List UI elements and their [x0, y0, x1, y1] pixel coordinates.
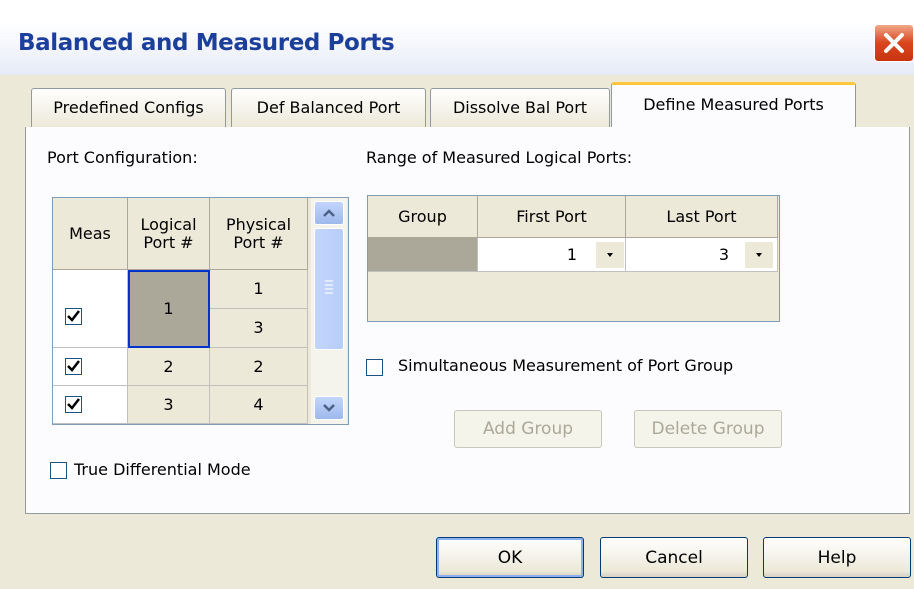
check-icon — [67, 398, 80, 410]
header-first-port: First Port — [478, 196, 626, 238]
simultaneous-checkbox[interactable] — [366, 359, 383, 376]
physical-port-cell[interactable]: 4 — [210, 386, 308, 424]
dropdown-arrow-icon — [607, 253, 613, 257]
meas-checkbox[interactable] — [65, 358, 82, 375]
range-label: Range of Measured Logical Ports: — [366, 148, 633, 167]
header-last-port: Last Port — [626, 196, 778, 238]
group-cell[interactable] — [368, 238, 478, 272]
header-meas: Meas — [53, 198, 128, 270]
cancel-button[interactable]: Cancel — [600, 537, 748, 578]
port-configuration-label: Port Configuration: — [47, 148, 198, 167]
ok-button[interactable]: OK — [436, 537, 584, 578]
scroll-thumb[interactable] — [314, 228, 344, 350]
check-icon — [67, 360, 80, 372]
header-logical-port: Logical Port # — [128, 198, 210, 270]
header-physical-port: Physical Port # — [210, 198, 308, 270]
tab-predefined-configs[interactable]: Predefined Configs — [31, 88, 226, 127]
range-grid[interactable]: Group First Port Last Port 1 3 — [367, 195, 780, 322]
simultaneous-label: Simultaneous Measurement of Port Group — [398, 356, 734, 375]
logical-port-cell[interactable]: 3 — [128, 386, 210, 424]
window-title: Balanced and Measured Ports — [18, 30, 395, 56]
first-port-dropdown-button[interactable] — [595, 241, 625, 269]
chevron-up-icon — [323, 209, 335, 217]
scroll-down-button[interactable] — [314, 396, 344, 420]
true-differential-checkbox[interactable] — [50, 462, 67, 479]
meas-checkbox[interactable] — [65, 308, 82, 325]
chevron-down-icon — [323, 404, 335, 412]
table-row-meas-cell[interactable] — [53, 386, 128, 424]
table-row-meas-cell[interactable] — [53, 270, 128, 348]
physical-port-cell[interactable]: 1 — [210, 270, 308, 309]
physical-port-cell[interactable]: 3 — [210, 309, 308, 348]
meas-checkbox[interactable] — [65, 396, 82, 413]
tab-def-balanced-port[interactable]: Def Balanced Port — [231, 88, 426, 127]
last-port-dropdown-button[interactable] — [744, 241, 774, 269]
close-button[interactable] — [874, 24, 914, 62]
range-grid-empty-area — [368, 272, 779, 321]
tab-dissolve-bal-port[interactable]: Dissolve Bal Port — [430, 88, 610, 127]
dropdown-arrow-icon — [756, 253, 762, 257]
physical-port-cell[interactable]: 2 — [210, 348, 308, 386]
scroll-up-button[interactable] — [314, 201, 344, 225]
vertical-scrollbar[interactable] — [311, 198, 347, 424]
header-group: Group — [368, 196, 478, 238]
help-button[interactable]: Help — [763, 537, 911, 578]
table-row-meas-cell[interactable] — [53, 348, 128, 386]
add-group-button[interactable]: Add Group — [454, 410, 602, 448]
true-differential-label: True Differential Mode — [74, 460, 251, 479]
last-port-value: 3 — [718, 244, 729, 264]
logical-port-cell[interactable]: 2 — [128, 348, 210, 386]
close-icon — [884, 33, 904, 53]
logical-port-cell[interactable]: 1 — [128, 270, 210, 348]
check-icon — [67, 310, 80, 322]
port-config-grid[interactable]: Meas Logical Port # Physical Port # 1 1 … — [52, 197, 349, 425]
first-port-value: 1 — [566, 244, 577, 264]
grip-icon — [325, 280, 333, 294]
tab-define-measured-ports[interactable]: Define Measured Ports — [611, 82, 856, 128]
delete-group-button[interactable]: Delete Group — [634, 410, 782, 448]
